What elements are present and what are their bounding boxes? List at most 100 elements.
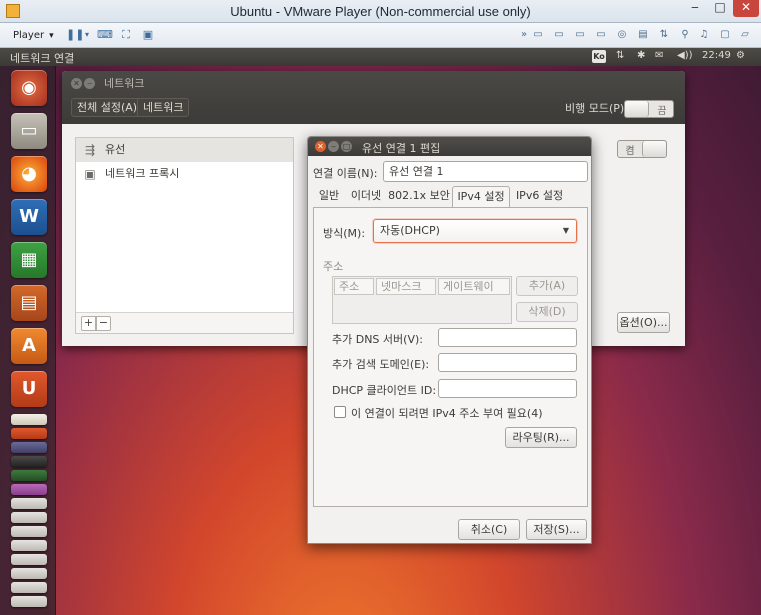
message-icon[interactable]: ▢	[718, 28, 732, 41]
tab-ethernet[interactable]: 이더넷	[347, 186, 385, 207]
software-center-icon[interactable]: A	[11, 328, 47, 364]
message-log-icon[interactable]: ▱	[738, 28, 752, 41]
network-header: ✕ ‒ 네트워크 전체 설정(A) 네트워크 비행 모드(P) 끔	[62, 71, 685, 124]
drive-icon[interactable]	[11, 512, 47, 523]
usb-icon[interactable]: ⚲	[678, 28, 692, 41]
expand-devices-icon[interactable]: »	[517, 28, 531, 41]
ubuntu-one-icon[interactable]	[11, 428, 47, 439]
proxy-icon: ▣	[84, 167, 96, 181]
drive-icon[interactable]	[11, 596, 47, 607]
dvd-icon[interactable]	[11, 568, 47, 579]
column-header-address: 주소	[334, 278, 374, 295]
drive-icon[interactable]	[11, 540, 47, 551]
require-ipv4-checkbox[interactable]	[334, 406, 346, 418]
sound-card-icon[interactable]: ♫	[697, 28, 711, 41]
unity-icon[interactable]: ▣	[141, 28, 155, 41]
list-item-proxy[interactable]: ▣ 네트워크 프록시	[76, 162, 293, 186]
cd-drive-icon[interactable]: ◎	[615, 28, 629, 41]
method-select[interactable]: 자동(DHCP) ▼	[373, 219, 577, 243]
close-icon[interactable]: ✕	[315, 141, 326, 152]
floppy-icon[interactable]: ▤	[636, 28, 650, 41]
tab-ipv6-settings[interactable]: IPv6 설정	[512, 186, 567, 207]
search-domains-input[interactable]	[438, 353, 577, 372]
writer-icon[interactable]: W	[11, 199, 47, 235]
terminal-icon[interactable]	[11, 456, 47, 467]
search-domains-label: 추가 검색 도메인(E):	[332, 358, 430, 371]
tab-ipv4-settings[interactable]: IPv4 설정	[452, 186, 510, 208]
volume-icon[interactable]: ◀))	[677, 50, 693, 61]
hard-disk-icon[interactable]: ▭	[594, 28, 608, 41]
dhcp-client-id-input[interactable]	[438, 379, 577, 398]
network-adapter-icon[interactable]: ⇅	[657, 28, 671, 41]
drive-icon[interactable]	[11, 554, 47, 565]
maximize-button[interactable]: □	[708, 0, 732, 17]
ipv4-settings-panel: 방식(M): 자동(DHCP) ▼ 주소 주소 넷마스크 게이트웨이 추가(A)…	[313, 207, 588, 507]
remove-connection-button[interactable]: −	[96, 316, 111, 331]
drive-icon[interactable]	[11, 498, 47, 509]
dialog-title-bar: ✕ ‒ □ 유선 연결 1 편집	[308, 137, 591, 156]
save-button[interactable]: 저장(S)...	[526, 519, 587, 540]
pause-icon[interactable]: ❚❚	[66, 28, 84, 41]
firefox-icon[interactable]: ◕	[11, 156, 47, 192]
network-device-list: ⇶ 유선 ▣ 네트워크 프록시 + −	[75, 137, 294, 334]
edit-connection-dialog: ✕ ‒ □ 유선 연결 1 편집 연결 이름(N): 유선 연결 1 일반 이더…	[307, 136, 592, 544]
keyboard-layout-indicator[interactable]: Ko	[592, 50, 606, 63]
ubuntu-one-icon[interactable]: U	[11, 371, 47, 407]
tab-8021x-security[interactable]: 802.1x 보안	[387, 186, 451, 207]
bluetooth-icon[interactable]: ✱	[637, 50, 645, 61]
gear-icon[interactable]: ⚙	[736, 50, 745, 61]
workspace-switcher-icon[interactable]	[11, 470, 47, 481]
drive-icon[interactable]	[11, 582, 47, 593]
files-icon[interactable]: ▭	[11, 113, 47, 149]
dns-servers-label: 추가 DNS 서버(V):	[332, 333, 423, 346]
drive-icon[interactable]	[11, 526, 47, 537]
breadcrumb-network[interactable]: 네트워크	[137, 98, 190, 117]
close-button[interactable]: ✕	[733, 0, 759, 17]
close-icon[interactable]: ✕	[71, 78, 82, 89]
dns-servers-input[interactable]	[438, 328, 577, 347]
minimize-icon[interactable]: ‒	[84, 78, 95, 89]
send-ctrl-alt-del-icon[interactable]: ⌨	[97, 28, 113, 41]
chevron-down-icon[interactable]: ▾	[80, 28, 94, 41]
network-indicator-icon[interactable]: ⇅	[616, 50, 624, 61]
network-app-icon[interactable]	[11, 484, 47, 495]
fullscreen-icon[interactable]: ⛶	[119, 28, 133, 41]
wired-switch[interactable]: 켬	[617, 140, 667, 158]
options-button[interactable]: 옵션(O)...	[617, 312, 670, 333]
addresses-section-label: 주소	[323, 260, 344, 273]
connection-name-input[interactable]: 유선 연결 1	[383, 161, 588, 182]
column-header-netmask: 넷마스크	[376, 278, 436, 295]
hard-disk-icon[interactable]: ▭	[531, 28, 545, 41]
routes-button[interactable]: 라우팅(R)...	[505, 427, 577, 448]
switch-knob	[642, 141, 666, 157]
amazon-icon[interactable]	[11, 414, 47, 425]
list-item-wired[interactable]: ⇶ 유선	[76, 138, 293, 162]
dash-home-icon[interactable]: ◉	[11, 70, 47, 106]
player-menu-button[interactable]: Player	[6, 26, 61, 45]
minimize-button[interactable]: ‒	[683, 0, 707, 17]
mail-icon[interactable]: ✉	[655, 50, 663, 61]
clock[interactable]: 22:49	[702, 50, 731, 61]
dialog-title: 유선 연결 1 편집	[362, 142, 441, 155]
system-settings-icon[interactable]	[11, 442, 47, 453]
chevron-down-icon: ▼	[562, 226, 569, 235]
hard-disk-icon[interactable]: ▭	[552, 28, 566, 41]
tab-general[interactable]: 일반	[313, 186, 345, 207]
impress-icon[interactable]: ▤	[11, 285, 47, 321]
delete-address-button[interactable]: 삭제(D)	[516, 302, 578, 322]
airplane-mode-label: 비행 모드(P)	[565, 102, 625, 115]
switch-knob	[625, 101, 649, 117]
maximize-icon[interactable]: □	[341, 141, 352, 152]
method-label: 방식(M):	[323, 227, 366, 240]
add-address-button[interactable]: 추가(A)	[516, 276, 578, 296]
add-connection-button[interactable]: +	[81, 316, 96, 331]
guest-desktop: 네트워크 연결 Ko ⇅ ✱ ✉ ◀)) 22:49 ⚙ ◉ ▭ ◕ W ▦ ▤…	[0, 48, 761, 615]
all-settings-button[interactable]: 전체 설정(A)	[71, 98, 144, 117]
calc-icon[interactable]: ▦	[11, 242, 47, 278]
airplane-mode-switch[interactable]: 끔	[624, 100, 674, 118]
vmware-title-bar: Ubuntu - VMware Player (Non-commercial u…	[0, 0, 761, 23]
minimize-icon[interactable]: ‒	[328, 141, 339, 152]
ubuntu-top-panel: 네트워크 연결 Ko ⇅ ✱ ✉ ◀)) 22:49 ⚙	[0, 48, 761, 66]
hard-disk-icon[interactable]: ▭	[573, 28, 587, 41]
cancel-button[interactable]: 취소(C)	[458, 519, 520, 540]
